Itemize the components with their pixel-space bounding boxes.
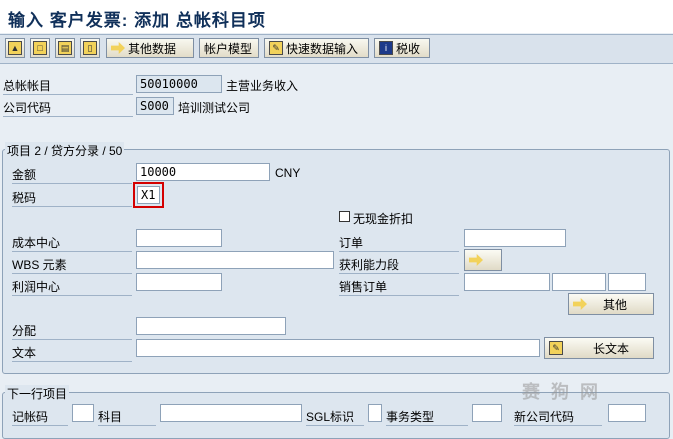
cost-center-label: 成本中心 xyxy=(12,234,132,252)
long-text-label: 长文本 xyxy=(593,341,630,356)
copy-button[interactable]: ▤ xyxy=(55,38,75,58)
trans-type-label: 事务类型 xyxy=(386,408,468,426)
document-icon: □ xyxy=(33,41,47,55)
fast-entry-label: 快速数据输入 xyxy=(286,41,359,56)
sales-order-schedule-field[interactable] xyxy=(608,273,646,291)
pages-icon: ▯ xyxy=(83,41,97,55)
page-title: 输入 客户发票: 添加 总帐科目项 xyxy=(8,11,266,30)
gl-account-label: 总帐帐目 xyxy=(3,77,133,95)
arrow-right-icon xyxy=(573,298,587,310)
company-code-desc: 培训测试公司 xyxy=(178,101,251,115)
sales-order-item-field[interactable] xyxy=(552,273,606,291)
wbs-field[interactable] xyxy=(136,251,334,269)
more-button[interactable]: 其他 xyxy=(568,293,654,315)
duplicate-button[interactable]: ▯ xyxy=(80,38,100,58)
more-label: 其他 xyxy=(603,297,628,312)
assignment-field[interactable] xyxy=(136,317,286,335)
tax-code-label: 税码 xyxy=(12,189,132,207)
account-field[interactable] xyxy=(160,404,302,422)
posting-key-field[interactable] xyxy=(72,404,94,422)
gl-account-field[interactable]: 50010000 xyxy=(136,75,222,93)
amount-field[interactable]: 10000 xyxy=(136,163,270,181)
arrow-right-icon xyxy=(111,42,125,54)
account-model-button[interactable]: 帐户模型 xyxy=(199,38,259,58)
next-item-group-title: 下一行项目 xyxy=(5,385,70,402)
gl-account-desc: 主营业务收入 xyxy=(226,79,299,93)
highlight-box xyxy=(133,182,164,208)
other-data-label: 其他数据 xyxy=(128,41,177,56)
amount-label: 金额 xyxy=(12,166,132,184)
title-bar: 输入 客户发票: 添加 总帐科目项 xyxy=(0,0,673,33)
assignment-label: 分配 xyxy=(12,322,132,340)
watermark: 赛 狗 网 xyxy=(522,382,602,402)
company-code-field[interactable]: S000 xyxy=(136,97,174,115)
copy-icon: ▤ xyxy=(58,41,72,55)
pencil-icon: ✎ xyxy=(549,341,563,355)
profit-center-field[interactable] xyxy=(136,273,222,291)
trans-type-field[interactable] xyxy=(472,404,502,422)
park-button[interactable]: □ xyxy=(30,38,50,58)
sales-order-label: 销售订单 xyxy=(339,278,459,296)
wbs-label: WBS 元素 xyxy=(12,256,132,274)
sales-order-field[interactable] xyxy=(464,273,550,291)
overview-icon: ▲ xyxy=(8,41,22,55)
account-model-label: 帐户模型 xyxy=(204,41,253,56)
cost-center-field[interactable] xyxy=(136,229,222,247)
long-text-button[interactable]: ✎ 长文本 xyxy=(544,337,654,359)
order-label: 订单 xyxy=(339,234,459,252)
tax-label: 税收 xyxy=(396,41,421,56)
posting-key-label: 记帐码 xyxy=(12,408,68,426)
fast-entry-icon: ✎ xyxy=(269,41,283,55)
tax-button[interactable]: i 税收 xyxy=(374,38,430,58)
fast-entry-button[interactable]: ✎ 快速数据输入 xyxy=(264,38,369,58)
other-data-button[interactable]: 其他数据 xyxy=(106,38,194,58)
sgl-field[interactable] xyxy=(368,404,382,422)
currency-label: CNY xyxy=(275,166,301,180)
profit-center-label: 利润中心 xyxy=(12,278,132,296)
no-discount-checkbox[interactable] xyxy=(339,211,350,222)
item-group-title: 项目 2 / 贷方分录 / 50 xyxy=(5,142,125,159)
sgl-label: SGL标识 xyxy=(306,408,364,426)
company-code-label: 公司代码 xyxy=(3,99,133,117)
arrow-right-icon xyxy=(469,254,483,266)
text-field[interactable] xyxy=(136,339,540,357)
info-icon: i xyxy=(379,41,393,55)
profitability-label: 获利能力段 xyxy=(339,256,459,274)
application-toolbar: ▲ □ ▤ ▯ 其他数据 帐户模型 ✎ 快速数据输入 i 税收 xyxy=(0,34,673,64)
text-label: 文本 xyxy=(12,344,132,362)
no-discount-label: 无现金折扣 xyxy=(353,212,414,226)
order-field[interactable] xyxy=(464,229,566,247)
profitability-button[interactable] xyxy=(464,249,502,271)
overview-button[interactable]: ▲ xyxy=(5,38,25,58)
account-label: 科目 xyxy=(98,408,156,426)
